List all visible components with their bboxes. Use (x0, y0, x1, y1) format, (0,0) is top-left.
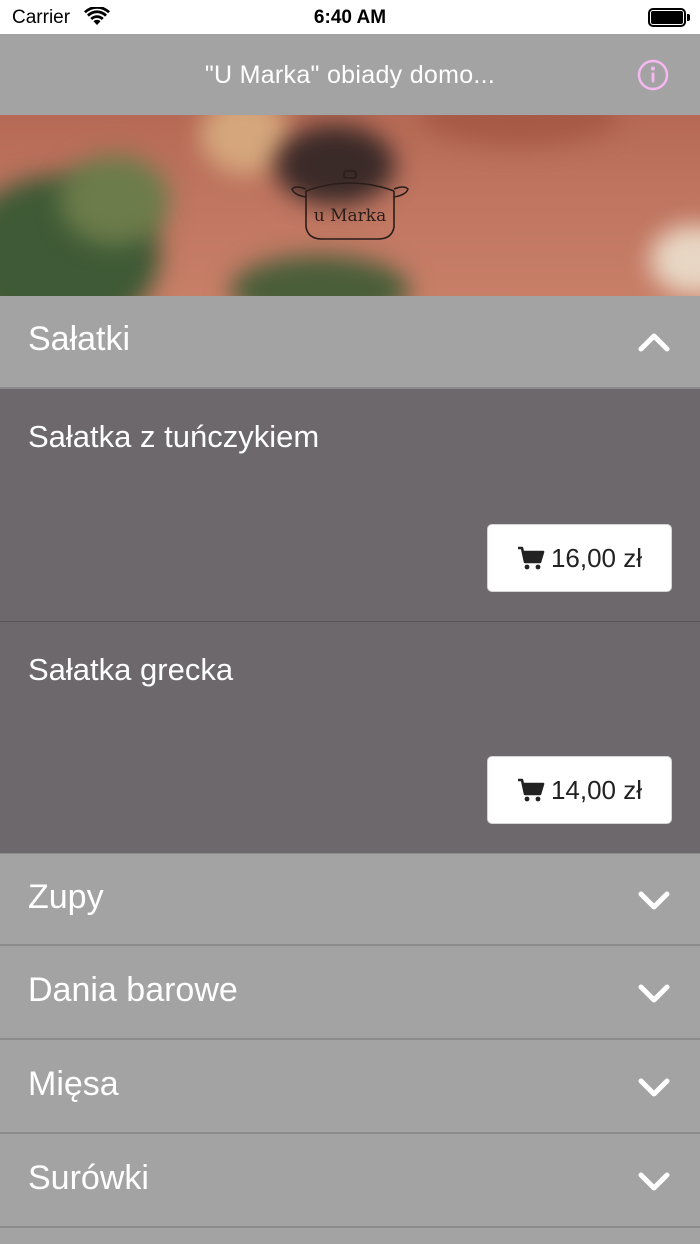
chevron-down-icon (638, 1168, 670, 1194)
status-time: 6:40 AM (313, 7, 387, 28)
menu-item-name: Sałatka grecka (28, 652, 234, 687)
restaurant-logo: u Marka (288, 167, 412, 248)
info-icon[interactable] (636, 58, 670, 92)
section-label: Dania barowe (28, 971, 238, 1009)
add-to-cart-button[interactable]: 14,00 zł (487, 756, 672, 824)
price-label: 16,00 zł (550, 542, 643, 573)
navigation-bar: "U Marka" obiady domo... (0, 34, 700, 115)
status-bar: Carrier 6:40 AM (0, 0, 700, 34)
add-to-cart-button[interactable]: 16,00 zł (487, 524, 672, 592)
logo-text: u Marka (314, 206, 386, 226)
menu-item: Sałatka grecka 14,00 zł (0, 622, 700, 853)
section-label: Surówki (28, 1159, 149, 1197)
menu-item-name: Sałatka z tuńczykiem (28, 419, 320, 454)
section-header-miesa[interactable]: Mięsa (0, 1041, 700, 1134)
price-label: 14,00 zł (550, 774, 643, 805)
section-header-surowki[interactable]: Surówki (0, 1135, 700, 1228)
section-label: Zupy (28, 878, 104, 916)
section-label: Mięsa (28, 1065, 119, 1103)
chevron-down-icon (638, 887, 670, 913)
menu-item: Sałatka z tuńczykiem 16,00 zł (0, 389, 700, 621)
section-header-salatki[interactable]: Sałatki (0, 296, 700, 389)
page-title: "U Marka" obiady domo... (204, 61, 496, 89)
restaurant-banner-image: u Marka (0, 115, 700, 296)
chevron-down-icon (638, 1074, 670, 1100)
chevron-down-icon (638, 980, 670, 1006)
section-header-dania-barowe[interactable]: Dania barowe (0, 947, 700, 1040)
section-label: Sałatki (28, 320, 131, 358)
section-header-zupy[interactable]: Zupy (0, 853, 700, 946)
cart-icon (517, 778, 545, 802)
battery-icon (648, 8, 690, 27)
chevron-up-icon (638, 329, 670, 355)
cart-icon (517, 546, 545, 570)
